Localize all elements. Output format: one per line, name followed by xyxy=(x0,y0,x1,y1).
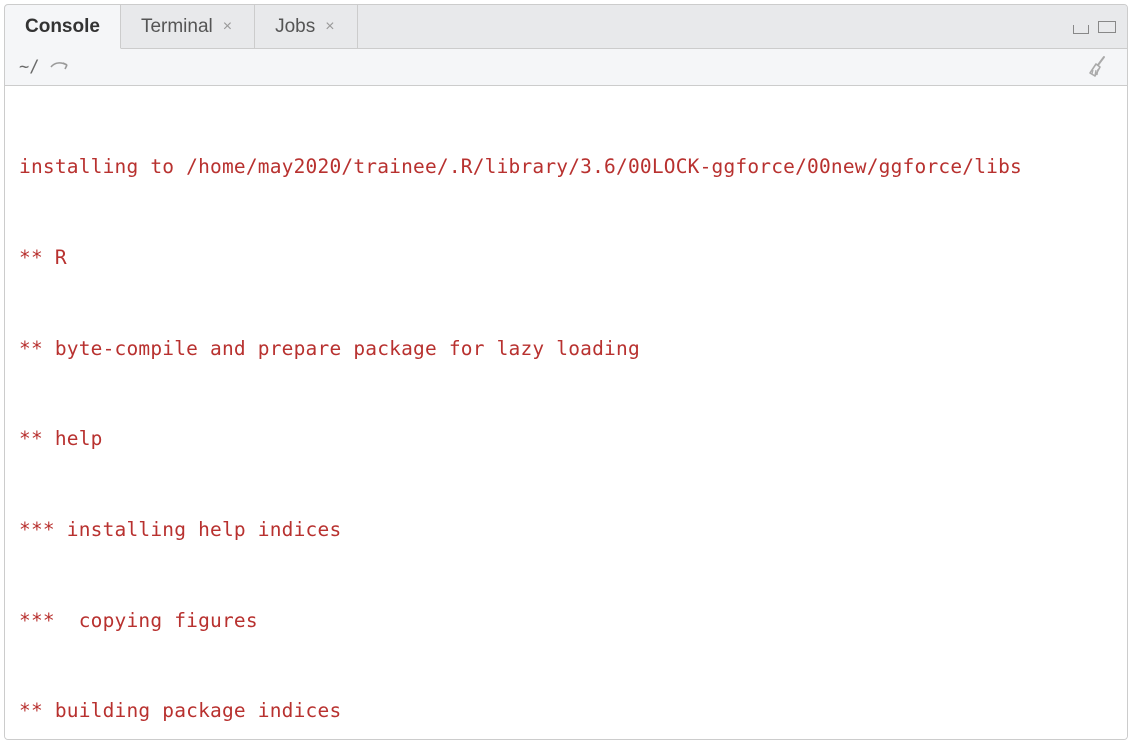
popout-icon[interactable] xyxy=(49,59,71,75)
console-toolbar: ~/ xyxy=(5,49,1127,85)
console-output-text: installing to /home/may2020/trainee/.R/l… xyxy=(19,92,1113,739)
tab-label: Terminal xyxy=(141,16,213,38)
tab-jobs[interactable]: Jobs × xyxy=(255,5,357,48)
working-directory-label[interactable]: ~/ xyxy=(19,57,39,77)
maximize-panel-icon[interactable] xyxy=(1097,20,1117,34)
clear-console-icon[interactable] xyxy=(1087,54,1113,80)
tab-label: Console xyxy=(25,16,100,38)
close-icon[interactable]: × xyxy=(323,19,336,35)
tab-bar: Console Terminal × Jobs × xyxy=(5,5,1127,49)
minimize-panel-icon[interactable] xyxy=(1071,20,1091,34)
close-icon[interactable]: × xyxy=(221,19,234,35)
tab-terminal[interactable]: Terminal × xyxy=(121,5,255,48)
console-panel: Console Terminal × Jobs × ~/ xyxy=(4,4,1128,740)
tab-label: Jobs xyxy=(275,16,315,38)
panel-window-controls xyxy=(1071,5,1127,48)
tab-console[interactable]: Console xyxy=(5,5,121,49)
console-output-area[interactable]: installing to /home/may2020/trainee/.R/l… xyxy=(5,85,1127,739)
